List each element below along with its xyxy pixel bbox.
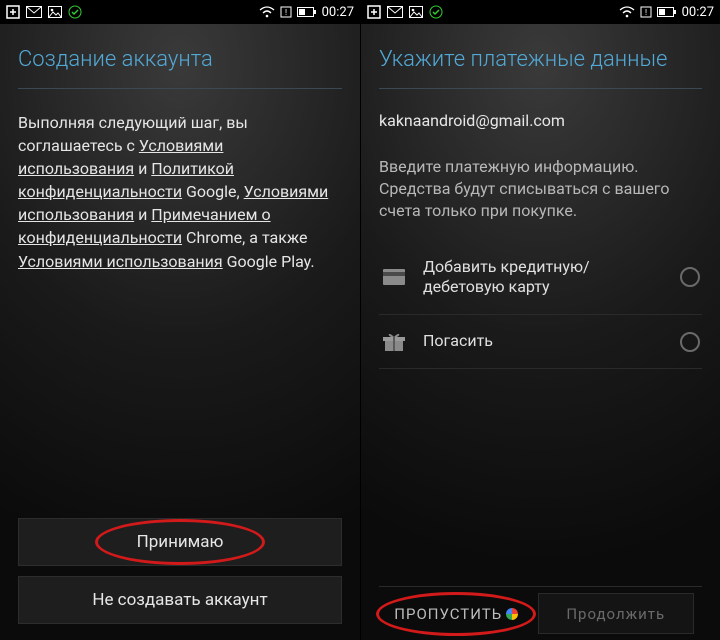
card-icon <box>381 269 407 285</box>
signal-icon: ! <box>280 6 292 18</box>
decline-button[interactable]: Не создавать аккаунт <box>18 576 342 624</box>
clock-text: 00:27 <box>322 5 354 20</box>
svg-text:!: ! <box>285 8 287 17</box>
option-add-card[interactable]: Добавить кредитную/дебетовую карту <box>379 241 702 316</box>
gift-icon <box>381 332 407 352</box>
clock-text: 00:27 <box>682 5 714 20</box>
wifi-icon <box>619 6 635 18</box>
add-icon <box>367 5 381 19</box>
page-title: Укажите платежные данные <box>379 46 702 89</box>
terms-paragraph: Выполняя следующий шаг, вы соглашаетесь … <box>18 111 342 273</box>
link-play-terms[interactable]: Условиями использования <box>18 252 223 271</box>
image-icon <box>48 6 62 18</box>
account-email: kaknaandroid@gmail.com <box>379 111 702 130</box>
mail-icon <box>26 6 42 18</box>
status-bar: ! 00:27 <box>361 0 720 24</box>
radio-button[interactable] <box>680 267 700 287</box>
accept-button[interactable]: Принимаю <box>18 518 342 566</box>
radio-button[interactable] <box>680 332 700 352</box>
option-redeem[interactable]: Погасить <box>379 315 702 369</box>
battery-icon <box>297 6 317 18</box>
svg-text:!: ! <box>645 8 647 17</box>
skip-button[interactable]: ПРОПУСТИТЬ <box>379 587 534 640</box>
wifi-icon <box>259 6 275 18</box>
google-icon <box>506 608 518 620</box>
check-circle-icon <box>68 5 82 19</box>
signal-icon: ! <box>640 6 652 18</box>
screen-create-account: ! 00:27 Создание аккаунта Выполняя следу… <box>0 0 360 640</box>
battery-icon <box>657 6 677 18</box>
mail-icon <box>387 6 403 18</box>
image-icon <box>409 6 423 18</box>
continue-button[interactable]: Продолжить <box>538 593 695 634</box>
screen-payment-info: ! 00:27 Укажите платежные данные kaknaan… <box>360 0 720 640</box>
add-icon <box>6 5 20 19</box>
info-text: Введите платежную информацию. Средства б… <box>379 156 702 223</box>
page-title: Создание аккаунта <box>18 46 342 89</box>
check-circle-icon <box>429 5 443 19</box>
status-bar: ! 00:27 <box>0 0 360 24</box>
